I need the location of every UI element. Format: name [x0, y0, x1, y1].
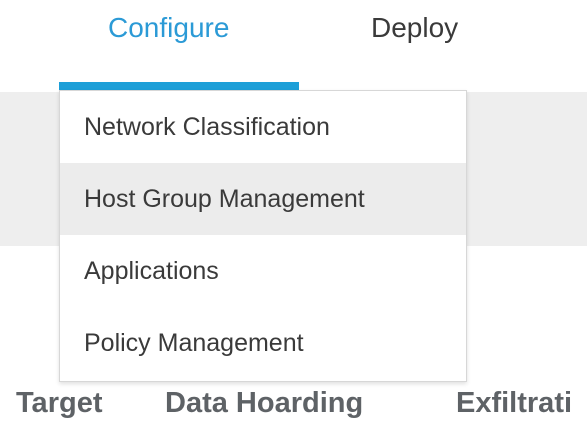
- configure-dropdown-menu: Network Classification Host Group Manage…: [59, 90, 467, 382]
- active-tab-indicator: [59, 82, 299, 90]
- app-root: Configure Deploy Network Classification …: [0, 0, 587, 422]
- column-label-data-hoarding: Data Hoarding: [165, 387, 364, 419]
- column-label-target: Target: [16, 387, 103, 419]
- menu-item-policy-management[interactable]: Policy Management: [60, 307, 466, 379]
- tab-configure[interactable]: Configure: [108, 10, 229, 46]
- menu-item-network-classification[interactable]: Network Classification: [60, 91, 466, 163]
- column-label-exfiltration: Exfiltrati: [456, 387, 573, 419]
- menu-item-host-group-management[interactable]: Host Group Management: [60, 163, 466, 235]
- tab-deploy[interactable]: Deploy: [371, 10, 458, 46]
- menu-item-applications[interactable]: Applications: [60, 235, 466, 307]
